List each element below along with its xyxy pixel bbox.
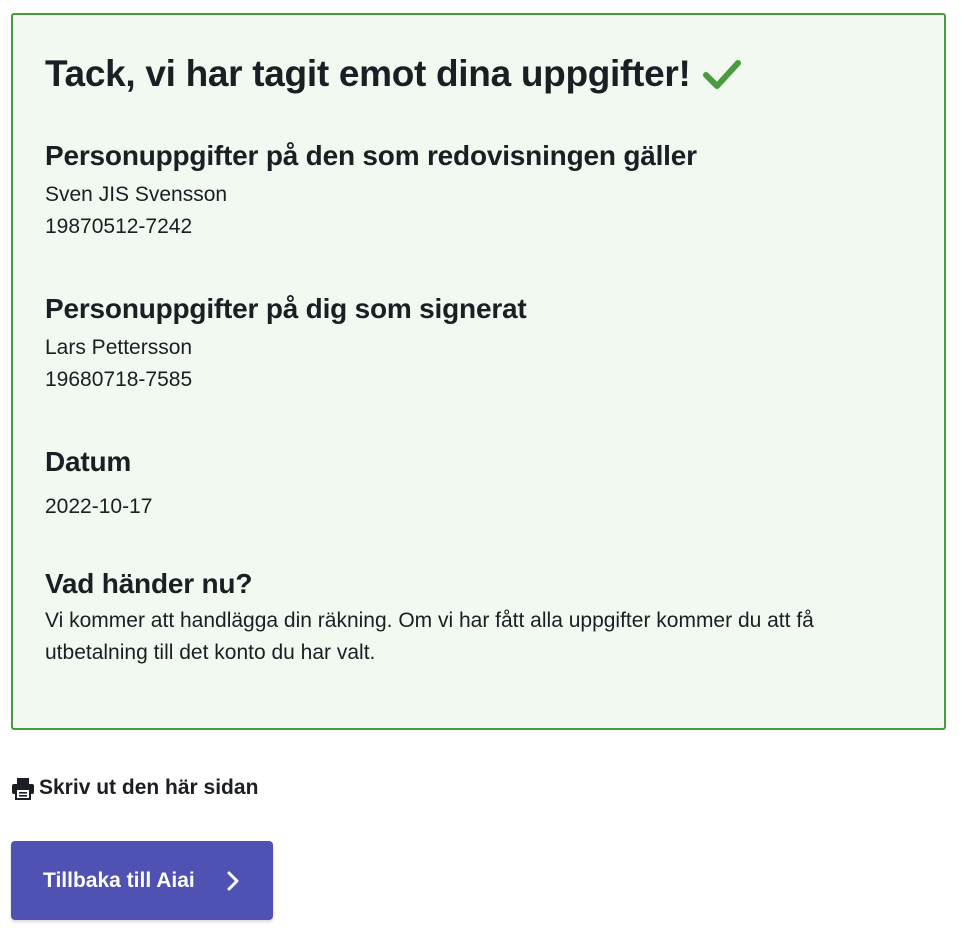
print-page-label: Skriv ut den här sidan: [39, 776, 259, 799]
signer-heading: Personuppgifter på dig som signerat: [45, 293, 527, 324]
back-button-label: Tillbaka till Aiai: [43, 868, 195, 892]
back-to-aiai-button[interactable]: Tillbaka till Aiai: [11, 841, 273, 920]
subject-heading: Personuppgifter på den som redovisningen…: [45, 140, 697, 171]
confirmation-panel: Tack, vi har tagit emot dina uppgifter! …: [11, 13, 946, 730]
subject-name: Sven JIS Svensson: [45, 183, 228, 206]
signer-section: Personuppgifter på dig som signerat Lars…: [45, 288, 912, 396]
chevron-right-icon: [225, 870, 241, 892]
signer-name: Lars Pettersson: [45, 336, 193, 359]
subject-section: Personuppgifter på den som redovisningen…: [45, 135, 912, 243]
print-page-link[interactable]: Skriv ut den här sidan: [11, 776, 258, 800]
next-steps-line-2: utbetalning till det konto du har valt.: [45, 641, 376, 664]
next-steps-section: Vad händer nu? Vi kommer att handlägga d…: [45, 563, 912, 669]
page-title: Tack, vi har tagit emot dina uppgifter!: [45, 53, 691, 94]
subject-personal-number: 19870512-7242: [45, 215, 193, 238]
signer-personal-number: 19680718-7585: [45, 368, 193, 391]
date-heading: Datum: [45, 446, 132, 477]
title-row: Tack, vi har tagit emot dina uppgifter!: [45, 53, 742, 95]
next-steps-heading: Vad händer nu?: [45, 568, 253, 599]
next-steps-line-1: Vi kommer att handlägga din räkning. Om …: [45, 609, 814, 632]
date-section: Datum 2022-10-17: [45, 441, 912, 523]
printer-icon: [11, 776, 35, 800]
checkmark-icon: [702, 57, 742, 91]
date-value: 2022-10-17: [45, 495, 153, 518]
